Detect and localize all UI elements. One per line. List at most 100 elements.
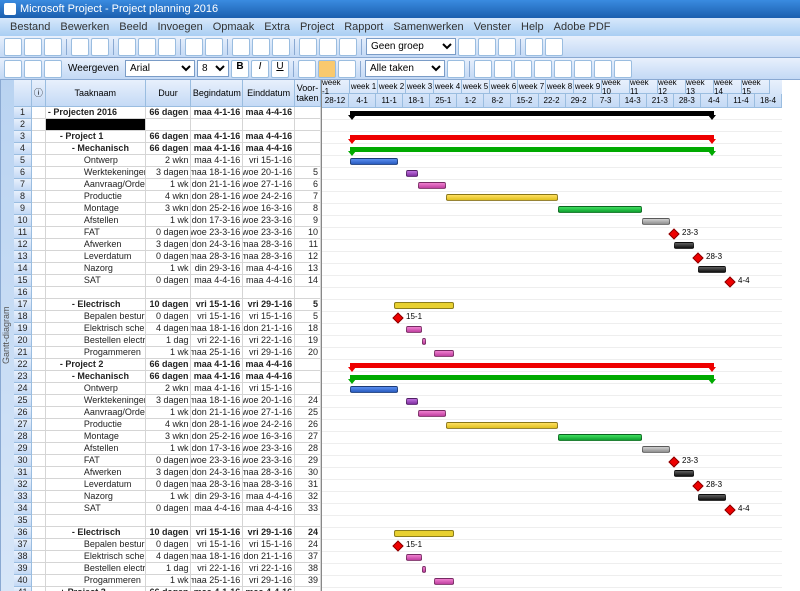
task-bar[interactable] — [422, 566, 426, 573]
task-bar[interactable] — [422, 338, 426, 345]
cell[interactable]: - Project 1 — [46, 131, 146, 143]
cell[interactable]: 0 dagen — [146, 275, 192, 287]
task-bar[interactable] — [406, 554, 422, 561]
cell[interactable]: 14 — [14, 263, 32, 275]
cell[interactable]: 4 — [14, 143, 32, 155]
table-row[interactable]: 13Leverdatum0 dagenmaa 28-3-16maa 28-3-1… — [14, 251, 321, 263]
cell[interactable]: 9 — [14, 203, 32, 215]
cell[interactable]: maa 4-1-16 — [191, 383, 243, 395]
cell[interactable]: don 28-1-16 — [191, 419, 243, 431]
print-button[interactable] — [71, 38, 89, 56]
menu-extra[interactable]: Extra — [264, 21, 290, 33]
cell[interactable]: maa 18-1-16 — [191, 551, 243, 563]
cell[interactable]: maa 18-1-16 — [191, 395, 243, 407]
cell[interactable]: Nazorg — [46, 491, 146, 503]
extra5-button[interactable] — [554, 60, 572, 78]
cell[interactable]: Montage — [46, 203, 146, 215]
cell[interactable]: 25 — [295, 407, 321, 419]
cell[interactable]: woe 23-3-16 — [191, 227, 243, 239]
cell[interactable]: vri 15-1-16 — [191, 527, 243, 539]
task-bar[interactable] — [350, 158, 398, 165]
cell[interactable]: Bestellen electra — [46, 335, 146, 347]
extra6-button[interactable] — [574, 60, 592, 78]
cell[interactable]: SAT — [46, 503, 146, 515]
font-select[interactable]: Arial — [125, 60, 195, 77]
cell[interactable]: 38 — [14, 551, 32, 563]
preview-button[interactable] — [91, 38, 109, 56]
bold-button[interactable]: B — [231, 60, 249, 78]
task-bar[interactable] — [558, 206, 642, 213]
cell[interactable]: woe 23-3-16 — [243, 443, 295, 455]
cell[interactable]: 0 dagen — [146, 503, 192, 515]
col-header[interactable]: ⓘ — [32, 80, 46, 107]
cell[interactable]: vri 29-1-16 — [243, 299, 295, 311]
summary-bar[interactable] — [394, 530, 454, 537]
cell[interactable]: 29 — [14, 443, 32, 455]
table-row[interactable]: 34SAT0 dagenmaa 4-4-16maa 4-4-1633 — [14, 503, 321, 515]
cell[interactable]: 1 wk — [146, 491, 192, 503]
table-row[interactable]: 19Elektrisch schema op4 dagenmaa 18-1-16… — [14, 323, 321, 335]
cell[interactable]: 30 — [14, 455, 32, 467]
cell[interactable] — [32, 287, 46, 299]
cell[interactable] — [295, 155, 321, 167]
cell[interactable]: don 24-3-16 — [191, 467, 243, 479]
cell[interactable] — [191, 515, 243, 527]
cell[interactable]: 0 dagen — [146, 311, 192, 323]
cell[interactable]: - Mechanisch — [46, 371, 146, 383]
table-row[interactable]: 15SAT0 dagenmaa 4-4-16maa 4-4-1614 — [14, 275, 321, 287]
cell[interactable]: maa 4-4-16 — [243, 107, 295, 119]
cell[interactable]: 2 — [14, 119, 32, 131]
cell[interactable]: woe 27-1-16 — [243, 179, 295, 191]
menu-adobe pdf[interactable]: Adobe PDF — [554, 21, 611, 33]
cell[interactable]: 0 dagen — [146, 455, 192, 467]
cell[interactable] — [32, 527, 46, 539]
cell[interactable]: 16 — [14, 287, 32, 299]
task-bar[interactable] — [418, 410, 446, 417]
summary-bar[interactable] — [350, 375, 714, 380]
cell[interactable] — [32, 215, 46, 227]
cell[interactable]: Aanvraag/Orderbeves — [46, 407, 146, 419]
table-row[interactable]: 11FAT0 dagenwoe 23-3-16woe 23-3-1610 — [14, 227, 321, 239]
cell[interactable] — [146, 119, 192, 131]
cell[interactable]: maa 4-4-16 — [243, 359, 295, 371]
cell[interactable] — [146, 515, 192, 527]
extra4-button[interactable] — [534, 60, 552, 78]
cell[interactable]: 14 — [295, 275, 321, 287]
table-row[interactable]: 5Ontwerp2 wknmaa 4-1-16vri 15-1-16 — [14, 155, 321, 167]
table-row[interactable]: 14Nazorg1 wkdin 29-3-16maa 4-4-1613 — [14, 263, 321, 275]
cell[interactable] — [32, 275, 46, 287]
cell[interactable]: 5 — [14, 155, 32, 167]
cell[interactable]: 37 — [295, 551, 321, 563]
cell[interactable]: Elektrisch schema op — [46, 323, 146, 335]
table-row[interactable]: 9Montage3 wkndon 25-2-16woe 16-3-168 — [14, 203, 321, 215]
cell[interactable]: Afstellen — [46, 443, 146, 455]
cell[interactable]: 27 — [14, 419, 32, 431]
cell[interactable]: 8 — [14, 191, 32, 203]
cell[interactable]: maa 28-3-16 — [191, 479, 243, 491]
menu-opmaak[interactable]: Opmaak — [213, 21, 255, 33]
cell[interactable] — [32, 179, 46, 191]
cell[interactable]: Afstellen — [46, 215, 146, 227]
align-left-button[interactable] — [298, 60, 316, 78]
cell[interactable] — [32, 359, 46, 371]
cell[interactable] — [32, 155, 46, 167]
cell[interactable]: 11 — [14, 227, 32, 239]
menu-samenwerken[interactable]: Samenwerken — [393, 21, 463, 33]
cell[interactable]: maa 4-1-16 — [191, 143, 243, 155]
cell[interactable]: 0 dagen — [146, 539, 192, 551]
table-row[interactable]: 35 — [14, 515, 321, 527]
cell[interactable]: Progammeren — [46, 347, 146, 359]
cell[interactable]: maa 4-1-16 — [191, 131, 243, 143]
cell[interactable]: din 29-3-16 — [191, 263, 243, 275]
cell[interactable]: vri 29-1-16 — [243, 527, 295, 539]
table-row[interactable]: 7Aanvraag/Orderbeves1 wkdon 21-1-16woe 2… — [14, 179, 321, 191]
cell[interactable]: maa 4-4-16 — [243, 275, 295, 287]
cell[interactable] — [32, 479, 46, 491]
cell[interactable]: maa 28-3-16 — [243, 251, 295, 263]
cell[interactable]: 32 — [295, 491, 321, 503]
cell[interactable]: 13 — [14, 251, 32, 263]
table-row[interactable]: 40Progammeren1 wkmaa 25-1-16vri 29-1-163… — [14, 575, 321, 587]
table-row[interactable]: 8Productie4 wkndon 28-1-16woe 24-2-167 — [14, 191, 321, 203]
cell[interactable]: Werktekeningen — [46, 167, 146, 179]
table-row[interactable]: 37Bepalen besturing0 dagenvri 15-1-16vri… — [14, 539, 321, 551]
